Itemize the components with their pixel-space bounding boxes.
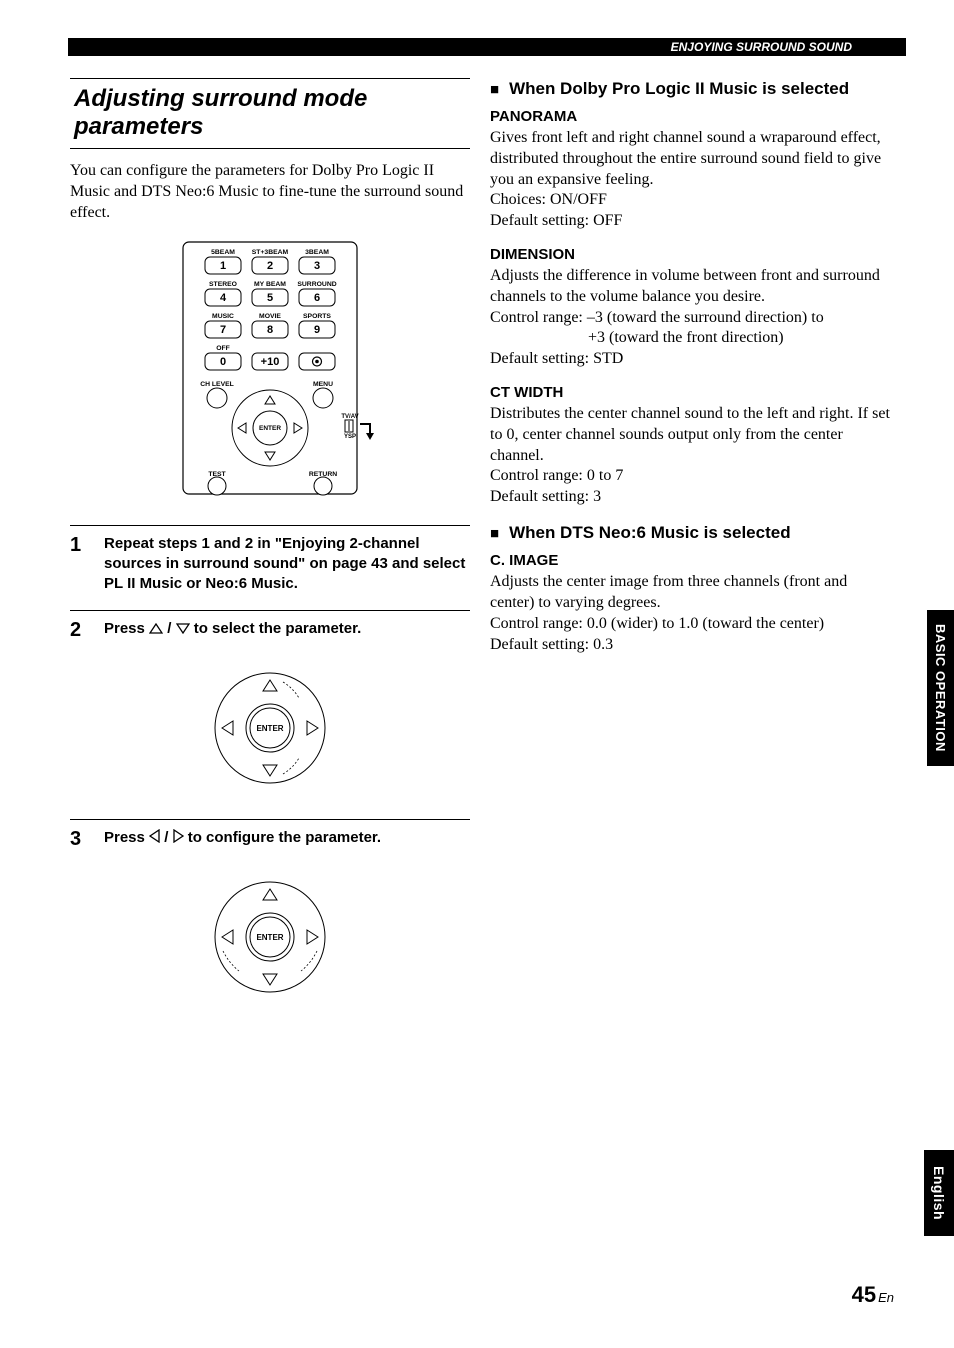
step-text: Press / to select the parameter. [104, 619, 361, 639]
left-triangle-icon [149, 829, 160, 843]
section-title: Adjusting surround mode parameters [74, 85, 466, 140]
intro-text: You can configure the parameters for Dol… [70, 161, 470, 223]
param-title: C. IMAGE [490, 552, 890, 569]
svg-text:ENTER: ENTER [259, 425, 281, 432]
svg-text:CH LEVEL: CH LEVEL [200, 381, 234, 388]
step-number: 1 [70, 534, 104, 557]
svg-text:MENU: MENU [313, 381, 333, 388]
step-number: 2 [70, 619, 104, 642]
param-title: CT WIDTH [490, 384, 890, 401]
heading-dts: ■ When DTS Neo:6 Music is selected [490, 522, 890, 544]
svg-text:ST+3BEAM: ST+3BEAM [252, 249, 289, 256]
param-default: Default setting: OFF [490, 211, 890, 232]
svg-text:0: 0 [220, 356, 226, 368]
svg-text:MOVIE: MOVIE [259, 313, 281, 320]
svg-text:4: 4 [220, 292, 227, 304]
page-number: 45En [852, 1282, 894, 1308]
square-bullet-icon: ■ [490, 80, 499, 100]
param-desc: Adjusts the difference in volume between… [490, 266, 890, 308]
param-desc: Distributes the center channel sound to … [490, 404, 890, 466]
right-column: ■ When Dolby Pro Logic II Music is selec… [490, 78, 890, 669]
svg-text:6: 6 [314, 292, 320, 304]
up-triangle-icon [149, 623, 163, 634]
remote-svg: 5BEAM ST+3BEAM 3BEAM 1 2 3 STEREO MY BEA… [155, 238, 385, 498]
step-1: 1 Repeat steps 1 and 2 in "Enjoying 2-ch… [70, 525, 470, 595]
param-title: DIMENSION [490, 246, 890, 263]
svg-text:YSP: YSP [344, 434, 356, 440]
left-column: Adjusting surround mode parameters You c… [70, 78, 470, 1022]
square-bullet-icon: ■ [490, 524, 499, 544]
param-dimension: DIMENSION Adjusts the difference in volu… [490, 246, 890, 370]
svg-text:ENTER: ENTER [256, 933, 283, 942]
remote-illustration: 5BEAM ST+3BEAM 3BEAM 1 2 3 STEREO MY BEA… [70, 238, 470, 503]
svg-text:SPORTS: SPORTS [303, 313, 331, 320]
svg-text:SURROUND: SURROUND [297, 281, 336, 288]
dpad-illustration-leftright: ENTER [70, 867, 470, 1012]
param-title: PANORAMA [490, 108, 890, 125]
param-range: Control range: 0 to 7 [490, 466, 890, 487]
param-desc: Adjusts the center image from three chan… [490, 572, 890, 614]
step-number: 3 [70, 828, 104, 851]
svg-text:OFF: OFF [216, 345, 230, 352]
svg-text:5BEAM: 5BEAM [211, 249, 235, 256]
param-cimage: C. IMAGE Adjusts the center image from t… [490, 552, 890, 655]
param-range: Control range: 0.0 (wider) to 1.0 (towar… [490, 614, 890, 635]
param-desc: Gives front left and right channel sound… [490, 128, 890, 190]
right-triangle-icon [173, 829, 184, 843]
step-text: Repeat steps 1 and 2 in "Enjoying 2-chan… [104, 534, 470, 595]
svg-text:1: 1 [220, 260, 226, 272]
side-tab-language: English [924, 1150, 954, 1236]
param-choices: Choices: ON/OFF [490, 190, 890, 211]
svg-text:3: 3 [314, 260, 320, 272]
param-default: Default setting: STD [490, 349, 890, 370]
param-default: Default setting: 0.3 [490, 635, 890, 656]
svg-text:MUSIC: MUSIC [212, 313, 234, 320]
step-text: Press / to configure the parameter. [104, 828, 381, 848]
side-tab-operation: BASIC OPERATION [927, 610, 954, 766]
svg-text:2: 2 [267, 260, 273, 272]
svg-text:+10: +10 [261, 356, 280, 368]
dpad-illustration-updown: ENTER [70, 658, 470, 803]
svg-text:8: 8 [267, 324, 273, 336]
running-header: ENJOYING SURROUND SOUND [68, 38, 906, 56]
heading-dolby: ■ When Dolby Pro Logic II Music is selec… [490, 78, 890, 100]
svg-text:5: 5 [267, 292, 273, 304]
param-default: Default setting: 3 [490, 487, 890, 508]
param-range: Control range: –3 (toward the surround d… [490, 308, 890, 329]
svg-text:7: 7 [220, 324, 226, 336]
svg-text:MY BEAM: MY BEAM [254, 281, 286, 288]
section-title-box: Adjusting surround mode parameters [70, 78, 470, 149]
svg-text:STEREO: STEREO [209, 281, 237, 288]
svg-text:TV/AV: TV/AV [341, 414, 358, 420]
switch-down-arrow-icon [366, 433, 374, 440]
step-3: 3 Press / to configure the parameter. EN… [70, 819, 470, 1012]
param-panorama: PANORAMA Gives front left and right chan… [490, 108, 890, 232]
param-range-cont: +3 (toward the front direction) [490, 328, 890, 349]
param-ctwidth: CT WIDTH Distributes the center channel … [490, 384, 890, 508]
down-triangle-icon [176, 623, 190, 634]
svg-text:3BEAM: 3BEAM [305, 249, 329, 256]
step-2: 2 Press / to select the parameter. ENTER [70, 610, 470, 803]
svg-text:9: 9 [314, 324, 320, 336]
svg-text:ENTER: ENTER [256, 724, 283, 733]
